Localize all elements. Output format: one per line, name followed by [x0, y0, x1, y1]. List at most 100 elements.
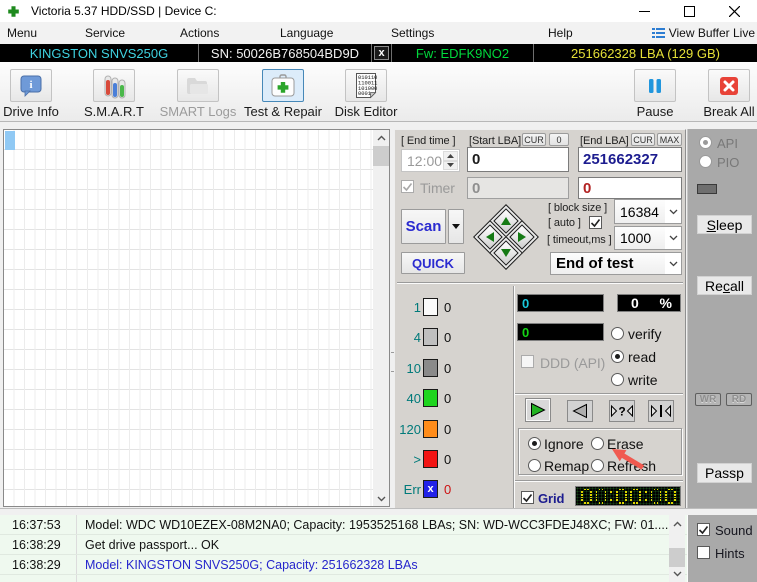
- drive-info-icon: i: [20, 75, 42, 97]
- read-radio[interactable]: [611, 350, 624, 363]
- toolbar-smart-button[interactable]: S.M.A.R.T: [72, 69, 156, 119]
- timer-value-input[interactable]: 0: [467, 177, 569, 199]
- spin-down-icon[interactable]: [443, 160, 458, 170]
- smart-tubes-icon: [104, 75, 126, 98]
- scroll-up-icon[interactable]: [373, 130, 389, 145]
- scan-dropdown-button[interactable]: [448, 209, 464, 244]
- menu-item-language[interactable]: Language: [280, 22, 333, 44]
- log-scrollbar-thumb[interactable]: [669, 548, 685, 567]
- hints-checkbox[interactable]: [697, 546, 710, 559]
- auto-checkbox[interactable]: [589, 216, 602, 229]
- recall-button[interactable]: Recall: [697, 276, 752, 295]
- end-action-combobox[interactable]: End of test: [550, 252, 682, 275]
- drive-close-button[interactable]: x: [372, 44, 391, 62]
- timer-checkbox[interactable]: [401, 180, 414, 193]
- start-lba-cur-button[interactable]: CUR: [522, 133, 546, 146]
- api-radio[interactable]: [699, 136, 712, 149]
- nav-right-icon: [518, 232, 526, 242]
- check-icon: [402, 182, 413, 191]
- sleep-button[interactable]: Sleep: [697, 215, 752, 234]
- menu-item-settings[interactable]: Settings: [391, 22, 434, 44]
- ignore-radio[interactable]: [528, 437, 541, 450]
- combo-chevron-icon: [665, 200, 681, 223]
- start-lba-input[interactable]: 0: [467, 147, 569, 172]
- legend-count: 0: [444, 300, 452, 315]
- api-label: API: [717, 136, 738, 151]
- start-lba-zero-button[interactable]: 0: [549, 133, 569, 146]
- menu-item-service[interactable]: Service: [85, 22, 125, 44]
- legend-label: >: [413, 452, 421, 467]
- defect-action-group: Ignore Erase Remap Refresh: [518, 428, 682, 475]
- close-button[interactable]: [712, 0, 757, 22]
- spin-up-icon[interactable]: [443, 151, 458, 161]
- timeout-combobox[interactable]: 1000: [614, 226, 682, 250]
- sound-checkbox[interactable]: [697, 523, 710, 536]
- passp-button[interactable]: Passp: [697, 463, 752, 483]
- svg-text:?: ?: [618, 405, 625, 419]
- view-buffer-live-button[interactable]: View Buffer Live: [651, 22, 755, 44]
- buffer-list-icon: [651, 28, 665, 38]
- break-all-button[interactable]: Break All: [687, 69, 757, 119]
- svg-text:0001: 0001: [358, 91, 371, 97]
- verify-radio[interactable]: [611, 327, 624, 340]
- menu-item-actions[interactable]: Actions: [180, 22, 219, 44]
- view-buffer-live-label: View Buffer Live: [668, 26, 755, 40]
- end-time-spinner[interactable]: 12:00: [401, 149, 460, 172]
- timeout-value: 1000: [615, 227, 665, 249]
- toolbar-drive-info-button[interactable]: i Drive Info: [0, 69, 73, 119]
- erase-radio[interactable]: [591, 437, 604, 450]
- grid-checkbox[interactable]: [521, 491, 534, 504]
- scroll-down-icon[interactable]: [373, 491, 389, 506]
- toolbar-disk-editor-button[interactable]: 010110 110011 101000 0001 Disk Editor: [324, 69, 408, 119]
- toolbar-test-repair-button[interactable]: Test & Repair: [241, 69, 325, 119]
- check-icon: [590, 218, 601, 227]
- ddd-api-label: DDD (API): [540, 355, 606, 371]
- pause-button[interactable]: Pause: [613, 69, 697, 119]
- maximize-button[interactable]: [667, 0, 712, 22]
- error-count-input[interactable]: 0: [578, 177, 682, 199]
- log-column-divider: [76, 555, 77, 574]
- log-scrollbar[interactable]: [669, 515, 685, 582]
- minimize-button[interactable]: [622, 0, 667, 22]
- log-row: 16:37:53 Model: WDC WD10EZEX-08M2NA0; Ca…: [0, 515, 687, 535]
- toolbar-smart-logs-button[interactable]: SMART Logs: [156, 69, 240, 119]
- legend-label: 10: [406, 361, 421, 376]
- drive-model[interactable]: KINGSTON SNVS250G: [0, 44, 198, 62]
- ddd-api-checkbox[interactable]: [521, 355, 534, 368]
- start-test-button[interactable]: [525, 398, 551, 422]
- wr-button[interactable]: WR: [695, 393, 721, 406]
- canvas-scrollbar-thumb[interactable]: [373, 146, 389, 166]
- step-button[interactable]: [648, 400, 674, 422]
- remap-radio[interactable]: [528, 459, 541, 472]
- app-icon: [8, 5, 19, 17]
- legend-count: 0: [444, 482, 452, 497]
- end-lba-max-button[interactable]: MAX: [657, 133, 682, 146]
- end-lba-cur-button[interactable]: CUR: [631, 133, 655, 146]
- menu-item-menu[interactable]: Menu: [7, 22, 37, 44]
- scan-map-grid[interactable]: [4, 130, 373, 506]
- rd-button[interactable]: RD: [726, 393, 752, 406]
- scan-button[interactable]: Scan: [401, 209, 446, 244]
- start-lba-label: [Start LBA]: [469, 135, 522, 147]
- pio-radio[interactable]: [699, 155, 712, 168]
- scroll-down-icon[interactable]: [669, 567, 685, 581]
- panel-divider: [515, 393, 683, 395]
- block-size-combobox[interactable]: 16384: [614, 199, 682, 224]
- end-lba-input[interactable]: 251662327: [578, 147, 682, 172]
- test-control-panel: [ End time ] [Start LBA] CUR 0 [End LBA]…: [394, 129, 686, 510]
- canvas-scrollbar[interactable]: [373, 130, 389, 506]
- grid-label: Grid: [538, 491, 565, 506]
- window-title: Victoria 5.37 HDD/SSD | Device C:: [31, 4, 217, 18]
- end-lba-label: [End LBA]: [580, 135, 629, 147]
- quick-button[interactable]: QUICK: [401, 252, 465, 274]
- refresh-radio[interactable]: [591, 459, 604, 472]
- seek-button[interactable]: ?: [609, 400, 635, 422]
- bottom-divider: [0, 508, 757, 515]
- timeout-label: [ timeout,ms ]: [547, 234, 612, 246]
- back-button[interactable]: [567, 400, 593, 422]
- legend-count: 0: [444, 452, 452, 467]
- ignore-label: Ignore: [544, 436, 584, 452]
- menu-item-help[interactable]: Help: [548, 22, 573, 44]
- scroll-up-icon[interactable]: [669, 517, 685, 531]
- write-radio[interactable]: [611, 373, 624, 386]
